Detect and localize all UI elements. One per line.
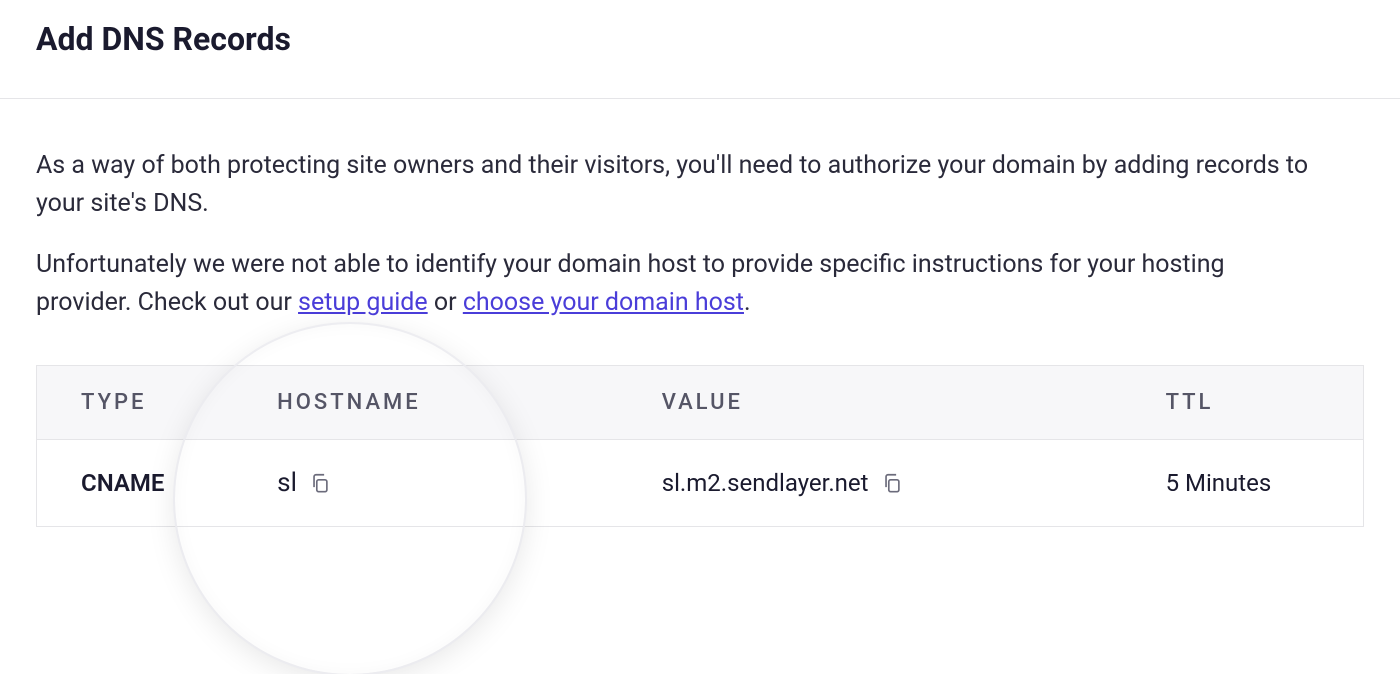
dns-records-table: TYPE HOSTNAME VALUE TTL CNAME sl bbox=[36, 365, 1364, 527]
col-header-ttl: TTL bbox=[1138, 366, 1363, 440]
intro-text-after: . bbox=[744, 288, 751, 317]
page-title: Add DNS Records bbox=[36, 20, 1364, 58]
intro-text-mid: or bbox=[428, 288, 463, 317]
copy-icon[interactable] bbox=[309, 472, 331, 494]
section-divider bbox=[0, 98, 1400, 99]
copy-icon[interactable] bbox=[881, 472, 903, 494]
cell-ttl: 5 Minutes bbox=[1138, 440, 1363, 527]
col-header-hostname: HOSTNAME bbox=[249, 366, 634, 440]
table-row: CNAME sl bbox=[37, 440, 1363, 527]
intro-paragraph-2: Unfortunately we were not able to identi… bbox=[36, 246, 1316, 321]
col-header-value: VALUE bbox=[634, 366, 1138, 440]
cell-value: sl.m2.sendlayer.net bbox=[662, 469, 869, 497]
col-header-type: TYPE bbox=[37, 366, 249, 440]
choose-domain-host-link[interactable]: choose your domain host bbox=[463, 288, 744, 317]
cell-type: CNAME bbox=[37, 440, 249, 527]
setup-guide-link[interactable]: setup guide bbox=[298, 288, 428, 317]
intro-paragraph-1: As a way of both protecting site owners … bbox=[36, 147, 1316, 222]
cell-hostname: sl bbox=[277, 468, 297, 498]
